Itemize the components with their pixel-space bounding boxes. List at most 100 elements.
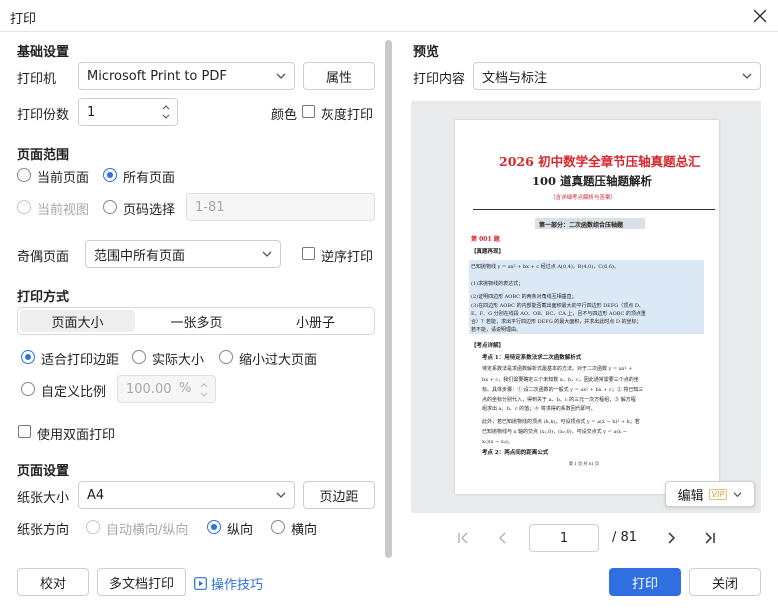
page-select-label: 页码选择 — [123, 203, 176, 218]
fit-margin-radio[interactable] — [21, 350, 35, 364]
odd-even-label: 奇偶页面 — [17, 250, 70, 265]
custom-scale-label: 自定义比例 — [41, 385, 107, 400]
shrink-large-radio[interactable] — [219, 350, 233, 364]
page-number-input[interactable]: 1 — [529, 524, 599, 552]
scale-value: 100.00 — [126, 381, 172, 397]
previous-page-icon[interactable] — [496, 531, 510, 545]
orientation-label: 纸张方向 — [17, 523, 70, 538]
doc-k1e: 组求出 a、b、c 的值；④ 将求得的系数回代即可。 — [482, 406, 596, 412]
doc-k1g: 已知抛物线与 x 轴的交点 (x₁,0)，(x₂,0)，可设交点式 y = a(… — [482, 429, 627, 435]
print-content-value: 文档与标注 — [482, 70, 548, 86]
print-mode-heading: 打印方式 — [17, 290, 70, 305]
chevron-down-icon — [276, 73, 286, 79]
current-view-label: 当前视图 — [37, 203, 90, 218]
grayscale-checkbox[interactable] — [302, 105, 315, 118]
doc-question-tag: 【真题再现】 — [471, 249, 505, 255]
properties-button[interactable]: 属性 — [303, 62, 375, 90]
printer-label: 打印机 — [17, 72, 57, 87]
close-window-button[interactable] — [748, 4, 772, 28]
next-page-icon[interactable] — [664, 531, 678, 545]
custom-scale-radio[interactable] — [21, 382, 35, 396]
tips-label: 操作技巧 — [211, 578, 264, 593]
copies-stepper[interactable]: 1 — [78, 98, 178, 126]
paper-size-select[interactable]: A4 — [78, 481, 295, 509]
portrait-label: 纵向 — [227, 523, 254, 538]
basic-settings-heading: 基础设置 — [17, 45, 70, 60]
copies-label: 打印份数 — [17, 108, 70, 123]
settings-scrollbar[interactable] — [385, 40, 392, 558]
tips-link[interactable]: 操作技巧 — [194, 574, 263, 593]
doc-q4b: E、F、G 分别在线段 AO、OB、BC、CA 上，且不与四边形 AOBC 的顶… — [471, 311, 646, 317]
multi-doc-print-button[interactable]: 多文档打印 — [97, 568, 186, 596]
reverse-checkbox[interactable] — [302, 247, 315, 260]
duplex-label: 使用双面打印 — [37, 428, 116, 443]
actual-size-radio[interactable] — [132, 350, 146, 364]
doc-note: （含详细考点解析与答案） — [550, 195, 617, 201]
preview-page: 2026 初中数学全章节压轴真题总汇 100 道真题压轴题解析 （含详细考点解析… — [455, 120, 719, 494]
scale-unit: % — [179, 381, 192, 396]
odd-even-select[interactable]: 范围中所有页面 — [85, 240, 281, 268]
tab-booklet[interactable]: 小册子 — [258, 310, 373, 332]
doc-part: 第一部分：二次函数综合压轴题 — [539, 222, 624, 229]
close-icon — [753, 9, 767, 23]
all-pages-label: 所有页面 — [123, 171, 176, 186]
edit-label: 编辑 — [677, 488, 704, 504]
play-icon — [194, 577, 207, 590]
portrait-radio[interactable] — [207, 520, 221, 534]
color-label: 颜色 — [271, 108, 298, 123]
page-select-radio[interactable] — [103, 200, 117, 214]
page-range-heading: 页面范围 — [17, 148, 70, 163]
tab-multi-page[interactable]: 一张多页 — [139, 310, 254, 332]
landscape-radio[interactable] — [271, 520, 285, 534]
margin-button[interactable]: 页边距 — [303, 481, 375, 509]
window-title: 打印 — [10, 12, 37, 27]
reverse-label: 逆序打印 — [321, 250, 374, 265]
doc-q1: 已知抛物线 y = ax² + bx + c 经过点 A(0,4)，B(4,0)… — [471, 264, 619, 270]
doc-q4a: (3)在四边形 AOBC 的内部能否截出面积最大的平行四边形 DEFG（顶点 D… — [471, 303, 644, 309]
title-bar — [0, 0, 778, 32]
doc-q4d: 若不能，请说明理由。 — [471, 327, 522, 333]
print-content-label: 打印内容 — [413, 72, 466, 87]
doc-k1a: 待定系数法是求函数解析式最基本的方法。对于二次函数 y = ax² + — [482, 366, 633, 372]
page-total: / 81 — [612, 530, 638, 545]
page-setup-heading: 页面设置 — [17, 464, 70, 479]
all-pages-radio[interactable] — [103, 168, 117, 182]
print-content-select[interactable]: 文档与标注 — [473, 62, 761, 90]
last-page-icon[interactable] — [703, 531, 717, 545]
paper-size-value: A4 — [87, 487, 105, 503]
doc-subtitle: 100 道真题压轴题解析 — [532, 174, 653, 188]
doc-title: 2026 初中数学全章节压轴真题总汇 — [499, 154, 701, 169]
current-page-label: 当前页面 — [37, 171, 90, 186]
page-range-input[interactable]: 1-81 — [186, 193, 375, 221]
tab-page-size[interactable]: 页面大小 — [20, 310, 135, 332]
printer-select[interactable]: Microsoft Print to PDF — [78, 62, 295, 90]
auto-orient-label: 自动横向/纵向 — [106, 523, 189, 538]
chevron-down-icon — [742, 73, 752, 79]
stepper-arrows-icon[interactable] — [162, 104, 170, 120]
fit-margin-label: 适合打印边距 — [41, 353, 120, 368]
doc-k1: 考点 1：用待定系数法求二次函数解析式 — [482, 355, 582, 361]
duplex-checkbox[interactable] — [18, 425, 31, 438]
landscape-label: 横向 — [291, 523, 318, 538]
print-button[interactable]: 打印 — [609, 568, 681, 596]
doc-k1d: 点的坐标分别代入，得到关于 a、b、c 的三元一次方程组；③ 解方程 — [482, 397, 636, 403]
doc-q2: (1)求抛物线的表达式； — [471, 281, 524, 287]
doc-footer: 第 1 页 共 81 页 — [569, 461, 599, 466]
doc-q3: (2)证明四边形 AOBC 的两条对角线互相垂直； — [471, 294, 577, 300]
stepper-arrows-icon — [200, 383, 208, 397]
doc-k1f: 此外，若已知抛物线的顶点 (h,k)，可设顶点式 y = a(x − h)² +… — [482, 419, 640, 425]
scale-input[interactable]: 100.00 % — [117, 375, 216, 403]
doc-q4c: 合）？若能，求出平行四边形 DEFG 的最大面积，并求出此时点 D 的坐标； — [471, 319, 642, 325]
current-view-radio[interactable] — [17, 200, 31, 214]
close-button[interactable]: 关闭 — [689, 568, 761, 596]
doc-k2: 考点 2：两点间的距离公式 — [482, 450, 549, 456]
print-mode-tabs: 页面大小 一张多页 小册子 — [17, 307, 375, 335]
chevron-down-icon — [276, 492, 286, 498]
auto-orient-radio[interactable] — [86, 520, 100, 534]
first-page-icon[interactable] — [456, 531, 470, 545]
shrink-large-label: 缩小过大页面 — [239, 353, 318, 368]
proofread-button[interactable]: 校对 — [17, 568, 89, 596]
current-page-radio[interactable] — [17, 168, 31, 182]
edit-button[interactable]: 编辑 VIP — [665, 481, 755, 507]
doc-k1b: bx + c，我们需要确定三个未知数 a，b，c，因此通常需要三个点的坐 — [482, 377, 639, 383]
